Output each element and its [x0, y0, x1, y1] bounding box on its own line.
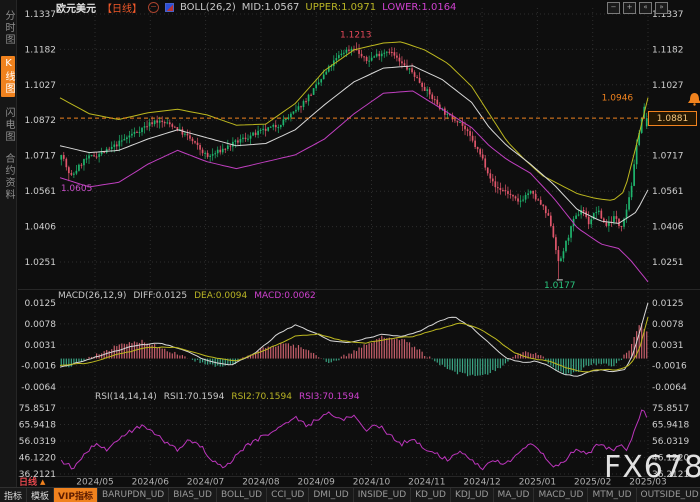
svg-text:-0.0016: -0.0016 [21, 362, 56, 372]
svg-text:1.0946: 1.0946 [602, 93, 634, 103]
chart-app: 1.1337 1.1337 1.1182 1.1182 1.1027 1.1027 1.08… [0, 0, 700, 502]
svg-text:65.9418: 65.9418 [652, 421, 689, 431]
svg-text:46.1220: 46.1220 [19, 454, 56, 464]
toolbar-item-DMI_UD[interactable]: DMI_UD [309, 488, 354, 502]
svg-text:-0.0016: -0.0016 [652, 362, 687, 372]
watermark: FX678 [604, 450, 700, 485]
svg-text:0.0125: 0.0125 [25, 299, 57, 309]
svg-text:2024/07: 2024/07 [187, 478, 224, 488]
boll-mid-value: MID:1.0567 [241, 2, 300, 13]
toolbar-item-KDJ_UD[interactable]: KDJ_UD [451, 488, 494, 502]
svg-text:1.0406: 1.0406 [652, 223, 684, 233]
svg-text:2024/11: 2024/11 [408, 478, 445, 488]
svg-text:1.1213: 1.1213 [340, 30, 372, 40]
svg-text:1.1182: 1.1182 [652, 45, 684, 55]
toolbar-item-BOLL_UD[interactable]: BOLL_UD [217, 488, 268, 502]
chart-type-rail: 分时图 K线图 闪电图 合约资料 [0, 0, 17, 487]
svg-text:56.0319: 56.0319 [19, 437, 56, 447]
rsi3-value: RSI3:70.1594 [298, 391, 360, 402]
svg-text:-0.0064: -0.0064 [652, 383, 687, 393]
svg-text:75.8517: 75.8517 [652, 404, 689, 414]
sidebar-item-flash-chart[interactable]: 闪电图 [1, 107, 15, 143]
svg-text:1.0605: 1.0605 [61, 184, 93, 194]
svg-text:0.0125: 0.0125 [652, 299, 684, 309]
svg-text:75.8517: 75.8517 [19, 404, 56, 414]
boll-lower-value: LOWER:1.0164 [382, 2, 457, 13]
toolbar-item-CCI_UD[interactable]: CCI_UD [267, 488, 310, 502]
toolbar-item-BIAS_UD[interactable]: BIAS_UD [169, 488, 217, 502]
rsi-panel [60, 409, 648, 471]
svg-text:2024/10: 2024/10 [353, 478, 391, 488]
svg-text:1.1027: 1.1027 [25, 81, 57, 91]
toolbar-item-KD_UD[interactable]: KD_UD [411, 488, 451, 502]
boll-upper-value: UPPER:1.0971 [305, 2, 377, 13]
chevron-up-icon: ▲ [40, 477, 46, 486]
svg-text:1.0717: 1.0717 [25, 152, 57, 162]
macd-diff-value: DIFF:0.0125 [133, 290, 188, 301]
bollinger-bands [59, 41, 649, 283]
macd-macd-value: MACD:0.0062 [254, 290, 316, 301]
svg-text:1.0561: 1.0561 [25, 187, 57, 197]
toolbar-item-BARUPDN_UD[interactable]: BARUPDN_UD [98, 488, 170, 502]
rsi1-value: RSI1:70.1594 [163, 391, 225, 402]
svg-text:0.0078: 0.0078 [652, 320, 684, 330]
svg-text:0.0078: 0.0078 [25, 320, 57, 330]
svg-text:1.1027: 1.1027 [652, 81, 684, 91]
macd-dea-value: DEA:0.0094 [194, 290, 248, 301]
last-price-tag: 1.0881 [648, 111, 697, 126]
zoom-out-icon[interactable]: − [607, 2, 620, 14]
toolbar-item-INSIDE_UD[interactable]: INSIDE_UD [354, 488, 412, 502]
macd-header: MACD(26,12,9) DIFF:0.0125 DEA:0.0094 MAC… [58, 290, 316, 301]
svg-text:1.1182: 1.1182 [25, 45, 57, 55]
svg-text:1.0717: 1.0717 [652, 152, 684, 162]
svg-text:2024/08: 2024/08 [242, 478, 280, 488]
period-tag: 【日线】 [102, 4, 142, 15]
svg-text:0.0031: 0.0031 [652, 341, 684, 351]
alert-bell-icon[interactable] [688, 93, 700, 103]
chart-canvas[interactable]: 1.1337 1.13371.1182 1.11821.1027 1.10271.08… [0, 0, 700, 502]
toolbar-item-模板[interactable]: 模板 [27, 488, 55, 502]
svg-text:2024/09: 2024/09 [298, 478, 336, 488]
rsi-header: RSI(14,14,14) RSI1:70.1594 RSI2:70.1594 … [95, 391, 360, 402]
pan-right-icon[interactable]: » [655, 2, 668, 14]
rsi-label: RSI(14,14,14) [95, 391, 157, 402]
svg-text:1.0406: 1.0406 [25, 223, 57, 233]
candles [60, 42, 648, 279]
chart-header: 欧元美元 【日线】 − BOLL(26,2) MID:1.0567 UPPER:… [56, 1, 457, 15]
toolbar-item-MA_UD[interactable]: MA_UD [494, 488, 535, 502]
last-price-value: 1.0881 [656, 113, 689, 124]
pan-left-icon[interactable]: « [639, 2, 652, 14]
svg-text:65.9418: 65.9418 [19, 421, 56, 431]
svg-text:1.0177: 1.0177 [544, 281, 576, 291]
sidebar-item-time-chart[interactable]: 分时图 [1, 10, 15, 46]
collapse-icon[interactable]: − [148, 2, 159, 13]
sidebar-item-contract-info[interactable]: 合约资料 [1, 153, 15, 201]
boll-label: BOLL(26,2) [180, 2, 236, 13]
svg-text:1.0872: 1.0872 [25, 116, 57, 126]
pane-controls: − + « » [607, 2, 668, 14]
svg-text:2024/12: 2024/12 [463, 478, 500, 488]
indicator-settings-icon[interactable] [165, 3, 174, 12]
rsi2-value: RSI2:70.1594 [231, 391, 292, 402]
toolbar-item-MACD_UD[interactable]: MACD_UD [534, 488, 589, 502]
indicator-toolbar: 指标 模板 VIP指标 BARUPDN_UD BIAS_UD BOLL_UD CCI_UD D… [0, 487, 700, 502]
toolbar-item-VIP指标[interactable]: VIP指标 [54, 488, 98, 502]
toolbar-item-指标[interactable]: 指标 [0, 488, 28, 502]
macd-label: MACD(26,12,9) [58, 290, 127, 301]
svg-text:1.0251: 1.0251 [25, 258, 57, 268]
svg-text:-0.0064: -0.0064 [21, 383, 56, 393]
symbol-name: 欧元美元 [56, 4, 96, 15]
toolbar-item-OUTSIDE_UD[interactable]: OUTSIDE_UD [637, 488, 700, 502]
svg-text:2024/05: 2024/05 [76, 478, 113, 488]
svg-text:56.0319: 56.0319 [652, 437, 689, 447]
sidebar-item-kline-chart[interactable]: K线图 [1, 56, 15, 97]
svg-text:1.0561: 1.0561 [652, 187, 684, 197]
zoom-in-icon[interactable]: + [623, 2, 636, 14]
svg-text:0.0031: 0.0031 [25, 341, 57, 351]
toolbar-item-MTM_UD[interactable]: MTM_UD [588, 488, 637, 502]
svg-text:1.1337: 1.1337 [25, 10, 57, 20]
svg-text:2025/01: 2025/01 [519, 478, 556, 488]
svg-text:2024/06: 2024/06 [132, 478, 170, 488]
svg-text:1.0251: 1.0251 [652, 258, 684, 268]
